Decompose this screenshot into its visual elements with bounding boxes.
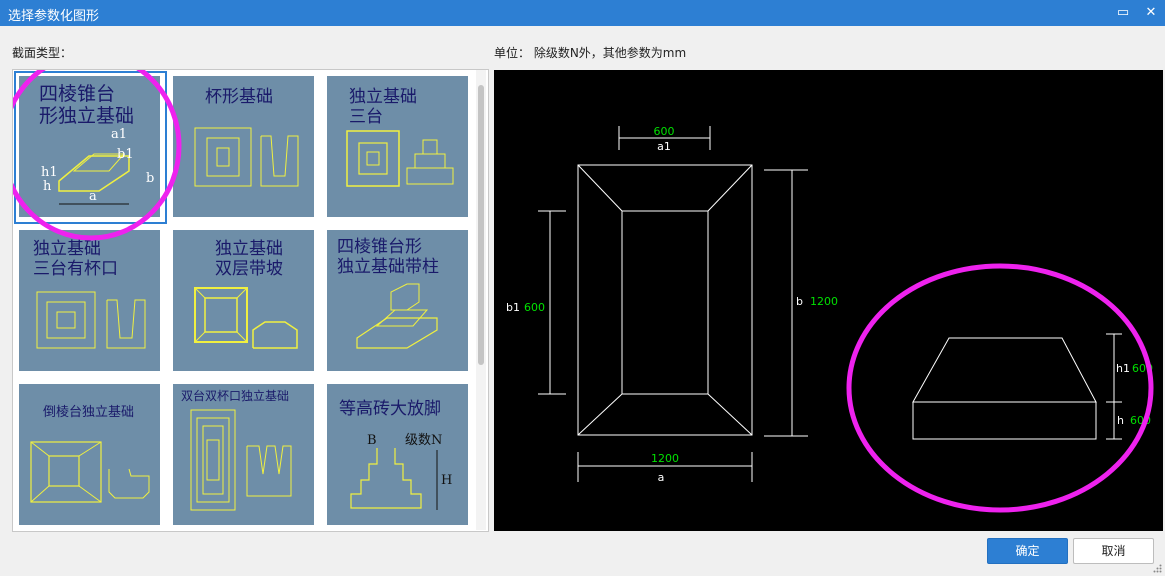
thumb-label-b1: b1 bbox=[117, 147, 134, 162]
thumb-title-line1: 独立基础 bbox=[215, 239, 283, 259]
shape-thumbnail-brick-footing[interactable]: 等高砖大放脚 B 级数N H bbox=[322, 379, 475, 531]
thumb-title-line1: 独立基础 bbox=[33, 239, 101, 259]
cancel-button[interactable]: 取消 bbox=[1073, 538, 1154, 564]
ok-button[interactable]: 确定 bbox=[987, 538, 1068, 564]
shape-thumbnail-inverted-frustum[interactable]: 倒棱台独立基础 bbox=[14, 379, 167, 531]
thumb-title-line1: 杯形基础 bbox=[205, 87, 273, 107]
thumb-label-b: b bbox=[146, 171, 154, 186]
thumb-label-B: B bbox=[367, 433, 377, 448]
dim-b-value: 1200 bbox=[810, 295, 838, 308]
gallery-scrollbar[interactable] bbox=[476, 70, 486, 530]
dim-b-label: b bbox=[796, 295, 803, 308]
shape-thumbnail-pyramid-frustum[interactable]: 四棱锥台 形独立基础 a a1 b1 h1 h b bbox=[14, 71, 167, 224]
thumb-title-line2: 形独立基础 bbox=[39, 105, 134, 127]
thumb-title-line1: 独立基础 bbox=[349, 87, 417, 107]
thumbnail-drawing: 四棱锥台 形独立基础 a a1 b1 h1 h b bbox=[39, 83, 154, 205]
window-title: 选择参数化图形 bbox=[8, 9, 100, 24]
shape-thumbnail-cup-foundation[interactable]: 杯形基础 bbox=[168, 71, 321, 224]
thumb-title-line2: 三台 bbox=[349, 107, 383, 127]
thumb-title-line2: 三台有杯口 bbox=[33, 259, 118, 279]
preview-drawing: 600 a1 b1 600 b 1200 1200 a h1 600 h 600 bbox=[506, 125, 1154, 513]
thumbnail-drawing: 独立基础 三台有杯口 bbox=[33, 239, 146, 349]
thumb-title-line1: 双台双杯口独立基础 bbox=[181, 388, 289, 403]
dim-a1-value: 600 bbox=[654, 125, 675, 138]
thumb-label-a: a bbox=[89, 189, 97, 204]
thumb-title-line2: 独立基础带柱 bbox=[337, 257, 439, 277]
dim-h-label: h bbox=[1117, 414, 1124, 427]
section-type-label: 截面类型： bbox=[12, 46, 73, 60]
thumbnail-drawing: 独立基础 三台 bbox=[346, 87, 454, 187]
thumbnail-drawing: 四棱锥台形 独立基础带柱 bbox=[337, 237, 439, 349]
dim-a-label: a bbox=[658, 471, 665, 484]
maximize-icon[interactable]: ▭ bbox=[1113, 3, 1133, 23]
thumbnail-drawing: 双台双杯口独立基础 bbox=[181, 388, 292, 511]
thumb-label-h: h bbox=[43, 179, 52, 194]
thumbnail-drawing: 倒棱台独立基础 bbox=[30, 404, 150, 503]
resize-grip-icon[interactable] bbox=[1153, 564, 1162, 573]
shape-thumbnail-pyramid-with-column[interactable]: 四棱锥台形 独立基础带柱 bbox=[322, 225, 475, 378]
shape-thumbnail-double-cup[interactable]: 双台双杯口独立基础 bbox=[168, 379, 321, 531]
title-bar: 选择参数化图形 ▭ ✕ bbox=[0, 0, 1165, 26]
thumb-title-line1: 等高砖大放脚 bbox=[339, 399, 441, 419]
thumb-title-line2: 双层带坡 bbox=[215, 259, 283, 279]
dim-a-value: 1200 bbox=[651, 452, 679, 465]
shape-thumbnail-double-slope[interactable]: 独立基础 双层带坡 bbox=[168, 225, 321, 378]
dim-b1-label: b1 bbox=[506, 301, 520, 314]
dim-a1-label: a1 bbox=[657, 140, 671, 153]
thumbnail-drawing: 杯形基础 bbox=[194, 87, 299, 187]
thumb-label-N: 级数N bbox=[405, 433, 442, 448]
thumb-label-a1: a1 bbox=[111, 127, 127, 142]
preview-canvas: 600 a1 b1 600 b 1200 1200 a h1 600 h 600 bbox=[494, 70, 1163, 531]
highlight-circle-elevation bbox=[846, 263, 1154, 513]
scrollbar-thumb[interactable] bbox=[478, 85, 484, 365]
thumb-title-line1: 四棱锥台 bbox=[39, 83, 115, 105]
dim-h1-label: h1 bbox=[1116, 362, 1130, 375]
thumb-label-h1: h1 bbox=[41, 165, 58, 180]
thumbnail-drawing: 等高砖大放脚 B 级数N H bbox=[339, 399, 452, 510]
shape-gallery: 四棱锥台 形独立基础 a a1 b1 h1 h b 杯形基础 独立基础 三台 独… bbox=[12, 69, 489, 532]
units-label: 单位： 除级数N外，其他参数为mm bbox=[494, 46, 687, 60]
close-icon[interactable]: ✕ bbox=[1141, 3, 1161, 23]
dim-b1-value: 600 bbox=[524, 301, 545, 314]
shape-thumbnail-three-tier[interactable]: 独立基础 三台 bbox=[322, 71, 475, 224]
shape-thumbnail-three-tier-cup[interactable]: 独立基础 三台有杯口 bbox=[14, 225, 167, 378]
thumb-title-line1: 倒棱台独立基础 bbox=[43, 404, 134, 420]
thumb-title-line1: 四棱锥台形 bbox=[337, 237, 422, 257]
thumb-label-H: H bbox=[441, 473, 452, 488]
thumbnail-drawing: 独立基础 双层带坡 bbox=[194, 239, 298, 349]
